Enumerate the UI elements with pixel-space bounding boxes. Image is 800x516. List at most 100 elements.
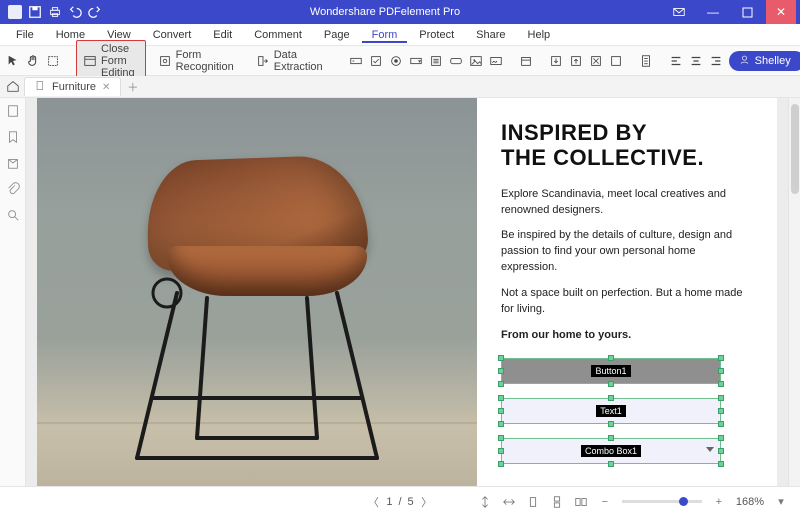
form-combo-label: Combo Box1 [581, 445, 641, 457]
menu-convert[interactable]: Convert [143, 27, 202, 43]
search-icon[interactable] [6, 208, 20, 222]
document-image [37, 98, 477, 486]
menu-edit[interactable]: Edit [203, 27, 242, 43]
text-field-tool-icon[interactable] [349, 52, 363, 70]
chevron-down-icon [706, 447, 714, 452]
form-recognition-button[interactable]: Form Recognition [152, 47, 244, 75]
sidebar [0, 98, 26, 486]
menu-share[interactable]: Share [466, 27, 515, 43]
align-center-icon[interactable] [689, 52, 703, 70]
heading: INSPIRED BY THE COLLECTIVE. [501, 120, 753, 171]
form-text-field[interactable]: Text1 [501, 398, 721, 424]
user-badge[interactable]: Shelley [729, 51, 800, 71]
paragraph-4: From our home to yours. [501, 328, 753, 344]
pointer-icon[interactable] [6, 52, 20, 70]
zoom-in-icon[interactable]: + [712, 495, 726, 509]
two-page-icon[interactable] [574, 495, 588, 509]
save-icon[interactable] [28, 5, 42, 19]
zoom-slider-knob[interactable] [679, 497, 688, 506]
close-form-editing-label: Close Form Editing [101, 43, 139, 79]
combobox-tool-icon[interactable] [409, 52, 423, 70]
date-tool-icon[interactable] [519, 52, 533, 70]
menu-form[interactable]: Form [362, 27, 408, 43]
radio-tool-icon[interactable] [389, 52, 403, 70]
close-button[interactable]: ✕ [766, 0, 796, 24]
document-page: INSPIRED BY THE COLLECTIVE. Explore Scan… [37, 98, 777, 486]
align-right-icon[interactable] [709, 52, 723, 70]
button-tool-icon[interactable] [449, 52, 463, 70]
scrollbar-thumb[interactable] [791, 104, 799, 194]
maximize-button[interactable] [732, 0, 762, 24]
home-tab-icon[interactable] [6, 79, 20, 93]
data-extraction-label: Data Extraction [274, 49, 327, 73]
menu-page[interactable]: Page [314, 27, 360, 43]
page-sep: / [398, 496, 401, 508]
zoom-value: 168% [736, 496, 764, 508]
titlebar-right: — ✕ [660, 0, 800, 24]
checkbox-tool-icon[interactable] [369, 52, 383, 70]
listbox-tool-icon[interactable] [429, 52, 443, 70]
bookmarks-icon[interactable] [6, 130, 20, 144]
menu-file[interactable]: File [6, 27, 44, 43]
hand-icon[interactable] [26, 52, 40, 70]
zoom-slider[interactable] [622, 500, 702, 503]
extraction-icon [256, 52, 270, 70]
select-text-icon[interactable] [46, 52, 60, 70]
menu-protect[interactable]: Protect [409, 27, 464, 43]
form-toolbar: Close Form Editing Form Recognition Data… [0, 46, 800, 76]
zoom-dropdown-icon[interactable]: ▾ [774, 495, 788, 509]
tab-doc-icon [35, 80, 46, 94]
window-title: Wondershare PDFelement Pro [110, 6, 660, 18]
pager: 〈 1 / 5 〉 [366, 495, 433, 509]
signature-tool-icon[interactable] [489, 52, 503, 70]
titlebar-left [0, 5, 110, 19]
single-page-icon[interactable] [526, 495, 540, 509]
mail-icon[interactable] [664, 0, 694, 24]
tabstrip: Furniture ✕ ＋ [0, 76, 800, 98]
fit-horizontal-icon[interactable] [502, 495, 516, 509]
heading-line2: THE COLLECTIVE. [501, 145, 704, 170]
zoom-out-icon[interactable]: − [598, 495, 612, 509]
form-recognition-label: Form Recognition [176, 49, 238, 73]
tab-label: Furniture [52, 81, 96, 93]
print-icon[interactable] [48, 5, 62, 19]
paragraph-1: Explore Scandinavia, meet local creative… [501, 187, 753, 219]
comments-icon[interactable] [6, 156, 20, 170]
continuous-page-icon[interactable] [550, 495, 564, 509]
recognition-icon [158, 52, 172, 70]
user-label: Shelley [755, 55, 791, 67]
form-button-field[interactable]: Button1 [501, 358, 721, 384]
undo-icon[interactable] [68, 5, 82, 19]
more-tool-icon[interactable] [609, 52, 623, 70]
thumbnails-icon[interactable] [6, 104, 20, 118]
prev-page-icon[interactable]: 〈 [366, 495, 380, 509]
import-tool-icon[interactable] [549, 52, 563, 70]
statusbar: 〈 1 / 5 〉 − + 168% ▾ [0, 486, 800, 516]
menu-help[interactable]: Help [518, 27, 561, 43]
data-extraction-button[interactable]: Data Extraction [250, 47, 333, 75]
vertical-scrollbar[interactable] [788, 98, 800, 486]
attachments-icon[interactable] [6, 182, 20, 196]
form-combo-field[interactable]: Combo Box1 [501, 438, 721, 464]
export-tool-icon[interactable] [569, 52, 583, 70]
paragraph-2: Be inspired by the details of culture, d… [501, 228, 753, 276]
fit-vertical-icon[interactable] [478, 495, 492, 509]
minimize-button[interactable]: — [698, 0, 728, 24]
page-total: 5 [408, 496, 414, 508]
page-area[interactable]: INSPIRED BY THE COLLECTIVE. Explore Scan… [26, 98, 788, 486]
align-left-icon[interactable] [669, 52, 683, 70]
document-content: INSPIRED BY THE COLLECTIVE. Explore Scan… [477, 98, 777, 486]
heading-line1: INSPIRED BY [501, 120, 647, 145]
image-tool-icon[interactable] [469, 52, 483, 70]
titlebar: Wondershare PDFelement Pro — ✕ [0, 0, 800, 24]
paragraph-3: Not a space built on perfection. But a h… [501, 286, 753, 318]
redo-icon[interactable] [88, 5, 102, 19]
menu-comment[interactable]: Comment [244, 27, 312, 43]
new-tab-icon[interactable]: ＋ [127, 79, 138, 95]
properties-tool-icon[interactable] [639, 52, 653, 70]
next-page-icon[interactable]: 〉 [420, 495, 434, 509]
document-tab[interactable]: Furniture ✕ [24, 77, 121, 96]
page-current: 1 [386, 496, 392, 508]
reset-tool-icon[interactable] [589, 52, 603, 70]
tab-close-icon[interactable]: ✕ [102, 82, 110, 93]
